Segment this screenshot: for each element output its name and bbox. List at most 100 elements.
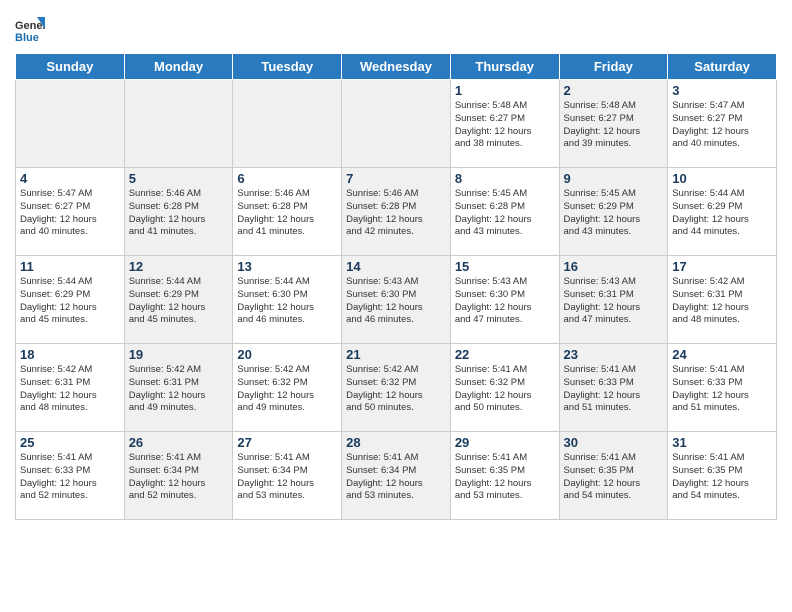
cell-info: Sunrise: 5:42 AM Sunset: 6:31 PM Dayligh…	[672, 276, 772, 327]
cell-info: Sunrise: 5:46 AM Sunset: 6:28 PM Dayligh…	[237, 188, 337, 239]
day-number: 4	[20, 171, 120, 186]
week-row-1: 1 Sunrise: 5:48 AM Sunset: 6:27 PM Daylig…	[16, 80, 777, 168]
day-number: 21	[346, 347, 446, 362]
cal-cell-25: 25 Sunrise: 5:41 AM Sunset: 6:33 PM Dayli…	[16, 432, 125, 520]
cell-info: Sunrise: 5:42 AM Sunset: 6:31 PM Dayligh…	[129, 364, 229, 415]
cal-cell-28: 28 Sunrise: 5:41 AM Sunset: 6:34 PM Dayli…	[342, 432, 451, 520]
cal-cell-5: 5Sunrise: 5:46 AM Sunset: 6:28 PM Daylig…	[124, 168, 233, 256]
cal-cell-29: 29 Sunrise: 5:41 AM Sunset: 6:35 PM Dayli…	[450, 432, 559, 520]
cell-info: Sunrise: 5:41 AM Sunset: 6:34 PM Dayligh…	[237, 452, 337, 503]
cell-info: Sunrise: 5:41 AM Sunset: 6:33 PM Dayligh…	[564, 364, 664, 415]
cal-cell-empty-0-3	[342, 80, 451, 168]
cal-cell-12: 12 Sunrise: 5:44 AM Sunset: 6:29 PM Dayli…	[124, 256, 233, 344]
day-number: 17	[672, 259, 772, 274]
week-row-5: 25 Sunrise: 5:41 AM Sunset: 6:33 PM Dayli…	[16, 432, 777, 520]
cell-info: Sunrise: 5:41 AM Sunset: 6:33 PM Dayligh…	[672, 364, 772, 415]
cal-cell-2: 2Sunrise: 5:48 AM Sunset: 6:27 PM Daylig…	[559, 80, 668, 168]
day-number: 25	[20, 435, 120, 450]
cal-cell-16: 16 Sunrise: 5:43 AM Sunset: 6:31 PM Dayli…	[559, 256, 668, 344]
day-number: 31	[672, 435, 772, 450]
cell-info: Sunrise: 5:45 AM Sunset: 6:28 PM Dayligh…	[455, 188, 555, 239]
week-row-3: 11 Sunrise: 5:44 AM Sunset: 6:29 PM Dayli…	[16, 256, 777, 344]
cal-cell-30: 30 Sunrise: 5:41 AM Sunset: 6:35 PM Dayli…	[559, 432, 668, 520]
day-number: 29	[455, 435, 555, 450]
cell-info: Sunrise: 5:43 AM Sunset: 6:30 PM Dayligh…	[346, 276, 446, 327]
day-header-sunday: Sunday	[16, 54, 125, 80]
cal-cell-19: 19 Sunrise: 5:42 AM Sunset: 6:31 PM Dayli…	[124, 344, 233, 432]
logo-icon: General Blue	[15, 15, 45, 45]
cell-info: Sunrise: 5:41 AM Sunset: 6:34 PM Dayligh…	[346, 452, 446, 503]
cell-info: Sunrise: 5:41 AM Sunset: 6:35 PM Dayligh…	[564, 452, 664, 503]
cell-info: Sunrise: 5:43 AM Sunset: 6:31 PM Dayligh…	[564, 276, 664, 327]
day-number: 12	[129, 259, 229, 274]
day-number: 1	[455, 83, 555, 98]
day-number: 5	[129, 171, 229, 186]
cal-cell-15: 15 Sunrise: 5:43 AM Sunset: 6:30 PM Dayli…	[450, 256, 559, 344]
day-number: 30	[564, 435, 664, 450]
day-header-saturday: Saturday	[668, 54, 777, 80]
cell-info: Sunrise: 5:47 AM Sunset: 6:27 PM Dayligh…	[672, 100, 772, 151]
day-header-tuesday: Tuesday	[233, 54, 342, 80]
cell-info: Sunrise: 5:42 AM Sunset: 6:32 PM Dayligh…	[237, 364, 337, 415]
day-header-monday: Monday	[124, 54, 233, 80]
svg-text:Blue: Blue	[15, 32, 39, 44]
cal-cell-13: 13Sunrise: 5:44 AM Sunset: 6:30 PM Dayli…	[233, 256, 342, 344]
day-number: 22	[455, 347, 555, 362]
cell-info: Sunrise: 5:44 AM Sunset: 6:30 PM Dayligh…	[237, 276, 337, 327]
cal-cell-9: 9Sunrise: 5:45 AM Sunset: 6:29 PM Daylig…	[559, 168, 668, 256]
cell-info: Sunrise: 5:43 AM Sunset: 6:30 PM Dayligh…	[455, 276, 555, 327]
day-number: 14	[346, 259, 446, 274]
cell-info: Sunrise: 5:45 AM Sunset: 6:29 PM Dayligh…	[564, 188, 664, 239]
cell-info: Sunrise: 5:42 AM Sunset: 6:32 PM Dayligh…	[346, 364, 446, 415]
day-number: 11	[20, 259, 120, 274]
week-row-2: 4 Sunrise: 5:47 AM Sunset: 6:27 PM Daylig…	[16, 168, 777, 256]
cal-cell-3: 3 Sunrise: 5:47 AM Sunset: 6:27 PM Daylig…	[668, 80, 777, 168]
day-number: 18	[20, 347, 120, 362]
cell-info: Sunrise: 5:44 AM Sunset: 6:29 PM Dayligh…	[672, 188, 772, 239]
cal-cell-7: 7Sunrise: 5:46 AM Sunset: 6:28 PM Daylig…	[342, 168, 451, 256]
cal-cell-11: 11 Sunrise: 5:44 AM Sunset: 6:29 PM Dayli…	[16, 256, 125, 344]
day-number: 19	[129, 347, 229, 362]
cal-cell-8: 8 Sunrise: 5:45 AM Sunset: 6:28 PM Daylig…	[450, 168, 559, 256]
cal-cell-21: 21 Sunrise: 5:42 AM Sunset: 6:32 PM Dayli…	[342, 344, 451, 432]
day-number: 10	[672, 171, 772, 186]
cal-cell-23: 23 Sunrise: 5:41 AM Sunset: 6:33 PM Dayli…	[559, 344, 668, 432]
page: General Blue SundayMondayTuesdayWednesda…	[0, 0, 792, 612]
week-row-4: 18 Sunrise: 5:42 AM Sunset: 6:31 PM Dayli…	[16, 344, 777, 432]
cell-info: Sunrise: 5:42 AM Sunset: 6:31 PM Dayligh…	[20, 364, 120, 415]
logo: General Blue	[15, 15, 45, 45]
cal-cell-empty-0-1	[124, 80, 233, 168]
day-number: 24	[672, 347, 772, 362]
day-number: 20	[237, 347, 337, 362]
cal-cell-22: 22Sunrise: 5:41 AM Sunset: 6:32 PM Dayli…	[450, 344, 559, 432]
cell-info: Sunrise: 5:44 AM Sunset: 6:29 PM Dayligh…	[129, 276, 229, 327]
cell-info: Sunrise: 5:48 AM Sunset: 6:27 PM Dayligh…	[455, 100, 555, 151]
cell-info: Sunrise: 5:41 AM Sunset: 6:34 PM Dayligh…	[129, 452, 229, 503]
day-number: 28	[346, 435, 446, 450]
cal-cell-14: 14 Sunrise: 5:43 AM Sunset: 6:30 PM Dayli…	[342, 256, 451, 344]
day-number: 26	[129, 435, 229, 450]
day-number: 15	[455, 259, 555, 274]
day-number: 3	[672, 83, 772, 98]
cell-info: Sunrise: 5:47 AM Sunset: 6:27 PM Dayligh…	[20, 188, 120, 239]
day-number: 16	[564, 259, 664, 274]
day-number: 27	[237, 435, 337, 450]
day-number: 8	[455, 171, 555, 186]
day-number: 23	[564, 347, 664, 362]
cell-info: Sunrise: 5:44 AM Sunset: 6:29 PM Dayligh…	[20, 276, 120, 327]
day-header-wednesday: Wednesday	[342, 54, 451, 80]
cal-cell-10: 10 Sunrise: 5:44 AM Sunset: 6:29 PM Dayli…	[668, 168, 777, 256]
header: General Blue	[15, 15, 777, 45]
day-number: 2	[564, 83, 664, 98]
cal-cell-4: 4 Sunrise: 5:47 AM Sunset: 6:27 PM Daylig…	[16, 168, 125, 256]
cell-info: Sunrise: 5:41 AM Sunset: 6:35 PM Dayligh…	[455, 452, 555, 503]
day-header-thursday: Thursday	[450, 54, 559, 80]
cal-cell-18: 18 Sunrise: 5:42 AM Sunset: 6:31 PM Dayli…	[16, 344, 125, 432]
day-number: 6	[237, 171, 337, 186]
cal-cell-27: 27 Sunrise: 5:41 AM Sunset: 6:34 PM Dayli…	[233, 432, 342, 520]
cal-cell-31: 31 Sunrise: 5:41 AM Sunset: 6:35 PM Dayli…	[668, 432, 777, 520]
cal-cell-empty-0-0	[16, 80, 125, 168]
cell-info: Sunrise: 5:41 AM Sunset: 6:35 PM Dayligh…	[672, 452, 772, 503]
cal-cell-24: 24 Sunrise: 5:41 AM Sunset: 6:33 PM Dayli…	[668, 344, 777, 432]
cell-info: Sunrise: 5:41 AM Sunset: 6:33 PM Dayligh…	[20, 452, 120, 503]
